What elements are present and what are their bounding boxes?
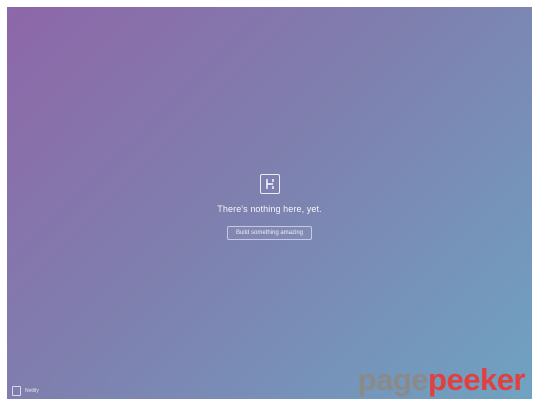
empty-state: There's nothing here, yet. Build somethi…: [7, 174, 532, 240]
site-logo-icon: [259, 174, 280, 194]
watermark-part-page: page: [357, 362, 429, 397]
netlify-icon: [12, 386, 21, 396]
empty-message: There's nothing here, yet.: [217, 204, 322, 214]
logo-glyph-icon: [265, 179, 274, 189]
footer-label: Netlify: [25, 388, 39, 394]
pagepeeker-watermark: pagepeeker: [357, 362, 526, 397]
watermark-part-peeker: peeker: [428, 362, 525, 397]
page-background: There's nothing here, yet. Build somethi…: [7, 7, 532, 399]
build-button[interactable]: Build something amazing: [226, 226, 313, 240]
footer-badge[interactable]: Netlify: [12, 386, 39, 396]
